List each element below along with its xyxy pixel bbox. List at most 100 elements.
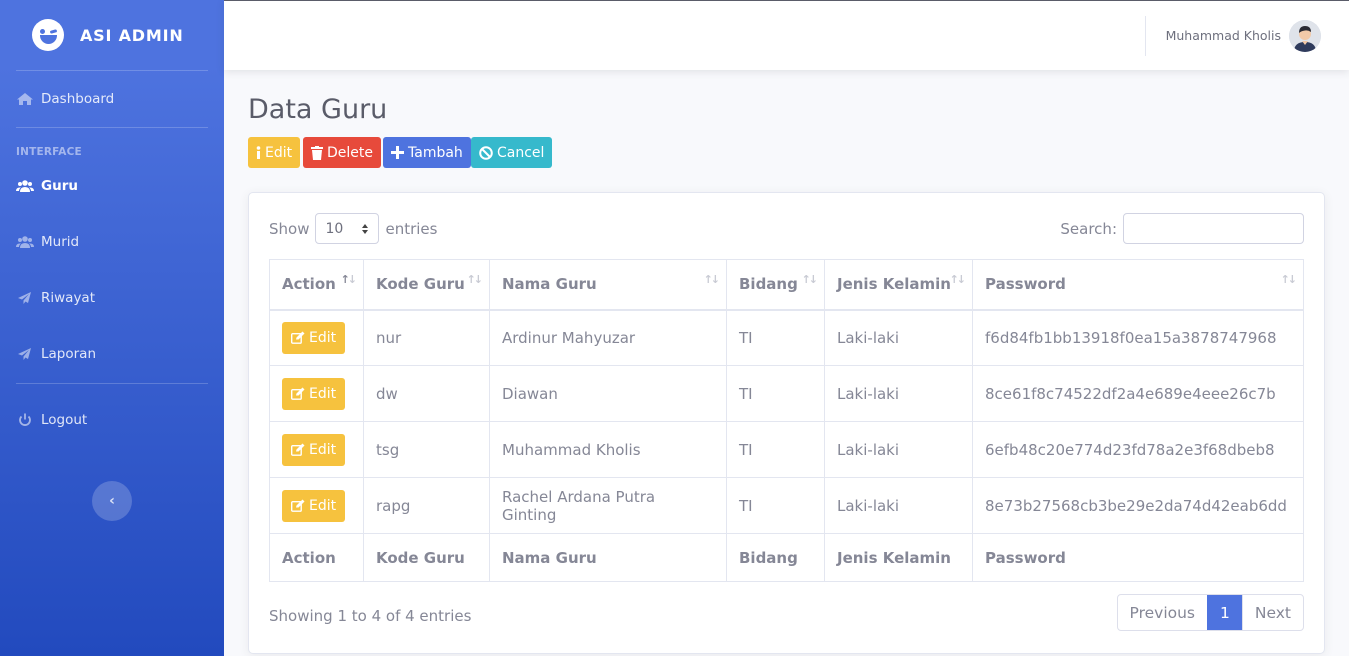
table-info: Showing 1 to 4 of 4 entries (269, 607, 472, 625)
search-input[interactable] (1123, 213, 1304, 244)
password-cell: 8e73b27568cb3be29e2da74d42eab6dd (972, 477, 1304, 534)
table-header-row: Action ↑↓ Kode Guru ↑↓ Nama Guru ↑↓ Bidang ↑… (269, 259, 1304, 311)
previous-page-button[interactable]: Previous (1118, 595, 1208, 630)
guru-table: Action ↑↓ Kode Guru ↑↓ Nama Guru ↑↓ Bidang ↑… (269, 259, 1304, 582)
nama-cell: Rachel Ardana Putra Ginting (489, 477, 727, 534)
add-button-label: Tambah (408, 144, 463, 161)
bidang-cell: TI (726, 309, 825, 366)
edit-icon (291, 499, 305, 512)
laugh-wink-icon (32, 19, 64, 51)
jk-cell: Laki-laki (824, 309, 973, 366)
cancel-button[interactable]: Cancel (471, 137, 553, 168)
bidang-cell: TI (726, 421, 825, 478)
table-footer-row: Action Kode Guru Nama Guru Bidang Jenis … (269, 533, 1304, 582)
sidebar-heading: INTERFACE (16, 146, 82, 158)
sort-icon: ↑↓ (703, 273, 721, 286)
sort-icon: ↑↓ (466, 273, 484, 286)
edit-icon (291, 331, 305, 345)
sidebar-item-murid[interactable]: Murid (0, 214, 224, 270)
password-cell: f6d84fb1bb13918f0ea15a3878747968 (972, 309, 1304, 366)
data-card: Show 10 entries Search: Action ↑↓ Kode Gu… (248, 192, 1325, 654)
jk-cell: Laki-laki (824, 421, 973, 478)
table-row: Edit dw Diawan TI Laki-laki 8ce61f8c7452… (269, 365, 1304, 422)
sidebar-item-riwayat[interactable]: Riwayat (0, 270, 224, 326)
sort-icon: ↑↓ (340, 273, 358, 286)
search-control: Search: (1060, 213, 1304, 244)
sidebar-divider (16, 383, 208, 384)
action-cell: Edit (269, 309, 364, 366)
sidebar-item-label: Logout (41, 412, 88, 428)
sort-arrows-icon (362, 223, 369, 234)
sidebar-item-label: Murid (41, 234, 80, 250)
edit-icon (291, 443, 305, 456)
table-row: Edit rapg Rachel Ardana Putra Ginting TI… (269, 477, 1304, 534)
sidebar-item-laporan[interactable]: Laporan (0, 326, 224, 382)
column-footer-nama-guru: Nama Guru (489, 533, 727, 582)
jk-cell: Laki-laki (824, 477, 973, 534)
nama-cell: Ardinur Mahyuzar (489, 309, 727, 366)
column-header-password[interactable]: Password ↑↓ (972, 259, 1304, 311)
ban-icon (479, 145, 493, 160)
column-footer-kode-guru: Kode Guru (363, 533, 490, 582)
kode-cell: rapg (363, 477, 490, 534)
page-1-button[interactable]: 1 (1207, 595, 1242, 630)
info-icon (256, 145, 261, 159)
column-header-action[interactable]: Action ↑↓ (269, 259, 364, 311)
sidebar: ASI ADMIN Dashboard INTERFACE Guru Murid… (0, 0, 224, 656)
jk-cell: Laki-laki (824, 365, 973, 422)
cancel-button-label: Cancel (497, 144, 545, 161)
bidang-cell: TI (726, 477, 825, 534)
sidebar-item-label: Riwayat (41, 290, 95, 306)
table-row: Edit tsg Muhammad Kholis TI Laki-laki 6e… (269, 421, 1304, 478)
next-page-button[interactable]: Next (1241, 595, 1303, 630)
edit-button[interactable]: Edit (248, 137, 301, 168)
entries-select-value: 10 (325, 220, 344, 237)
password-cell: 6efb48c20e774d23fd78a2e3f68dbeb8 (972, 421, 1304, 478)
add-button[interactable]: Tambah (383, 137, 471, 168)
topbar: Muhammad Kholis (224, 0, 1349, 70)
sidebar-item-label: Laporan (41, 346, 97, 362)
brand-link[interactable]: ASI ADMIN (0, 0, 224, 70)
column-header-bidang[interactable]: Bidang ↑↓ (726, 259, 825, 311)
sidebar-toggle-button[interactable]: ‹ (92, 481, 132, 521)
paper-plane-icon (18, 292, 31, 304)
paper-plane-icon (18, 348, 31, 360)
users-icon (16, 180, 34, 192)
home-icon (17, 93, 33, 105)
kode-cell: nur (363, 309, 490, 366)
password-cell: 8ce61f8c74522df2a4e689e4eee26c7b (972, 365, 1304, 422)
avatar[interactable] (1289, 20, 1321, 52)
row-edit-button[interactable]: Edit (282, 489, 346, 522)
nama-cell: Diawan (489, 365, 727, 422)
column-footer-action: Action (269, 533, 364, 582)
sort-icon: ↑↓ (801, 273, 819, 286)
sort-icon: ↑↓ (949, 273, 967, 286)
sidebar-item-guru[interactable]: Guru (0, 158, 224, 214)
edit-button-label: Edit (265, 144, 293, 161)
entries-select[interactable]: 10 (315, 213, 380, 244)
row-edit-button[interactable]: Edit (282, 321, 346, 354)
chevron-left-icon: ‹ (109, 493, 115, 509)
users-icon (16, 236, 34, 248)
kode-cell: dw (363, 365, 490, 422)
user-name[interactable]: Muhammad Kholis (1166, 28, 1281, 43)
page-title: Data Guru (248, 94, 388, 125)
power-icon (19, 413, 31, 426)
column-header-kode-guru[interactable]: Kode Guru ↑↓ (363, 259, 490, 311)
show-label: Show (269, 219, 310, 238)
column-header-nama-guru[interactable]: Nama Guru ↑↓ (489, 259, 727, 311)
sidebar-item-logout[interactable]: Logout (0, 392, 224, 448)
user-avatar-icon (1289, 20, 1321, 52)
search-label: Search: (1060, 219, 1117, 238)
row-edit-button[interactable]: Edit (282, 433, 346, 466)
row-edit-button[interactable]: Edit (282, 377, 346, 410)
delete-button[interactable]: Delete (303, 137, 381, 168)
trash-icon (311, 145, 323, 160)
column-header-jenis-kelamin[interactable]: Jenis Kelamin ↑↓ (824, 259, 973, 311)
action-cell: Edit (269, 421, 364, 478)
sidebar-item-label: Dashboard (41, 91, 115, 107)
edit-icon (291, 387, 305, 400)
sidebar-item-dashboard[interactable]: Dashboard (0, 71, 224, 127)
sidebar-item-label: Guru (41, 178, 78, 194)
brand-name: ASI ADMIN (80, 25, 184, 45)
